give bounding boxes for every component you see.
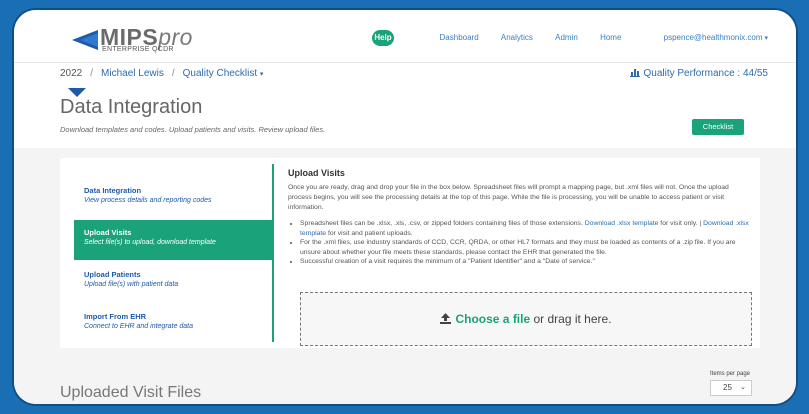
sidebar-item-title: Upload Visits (84, 228, 132, 237)
sidebar-item-data-integration[interactable]: Data Integration View process details an… (74, 178, 274, 218)
top-navbar: MIPSpro ENTERPRISE QCDR Help Dashboard A… (14, 10, 796, 63)
chevron-down-icon: ▾ (259, 71, 264, 78)
list-item: For the .xml files, use industry standar… (300, 238, 754, 257)
sidebar-item-desc: Upload file(s) with patient data (84, 281, 179, 288)
section-intro: Once you are ready, drag and drop your f… (288, 184, 729, 211)
sidebar-item-desc: Select file(s) to upload, download templ… (84, 239, 216, 246)
sidebar-divider (272, 164, 274, 342)
dropzone-hint: or drag it here. (530, 312, 612, 326)
checklist-button[interactable]: Checklist (692, 119, 744, 135)
chevron-down-icon: ▾ (764, 35, 768, 42)
chevron-down-icon: ⌄ (740, 384, 746, 391)
integration-panel: Data Integration View process details an… (60, 158, 760, 348)
download-visit-template-link[interactable]: Download .xlsx template (585, 220, 659, 227)
quality-performance-label: Quality Performance : 44/55 (643, 68, 768, 79)
upload-visits-section: Upload Visits Once you are ready, drag a… (288, 168, 754, 267)
list-item: Spreadsheet files can be .xlsx, .xls, .c… (300, 219, 754, 238)
sidebar-item-desc: View process details and reporting codes (84, 197, 212, 204)
sidebar-item-upload-visits[interactable]: Upload Visits Select file(s) to upload, … (74, 220, 274, 260)
sidebar-item-title: Import From EHR (84, 312, 147, 321)
breadcrumb-section-label: Quality Checklist (182, 68, 258, 79)
brand-logo[interactable]: MIPSpro ENTERPRISE QCDR (72, 24, 192, 56)
section-heading: Upload Visits (288, 168, 345, 178)
nav-home-link[interactable]: Home (600, 33, 621, 42)
quality-performance-link[interactable]: Quality Performance : 44/55 (630, 68, 768, 79)
bar-chart-icon (630, 68, 641, 77)
instruction-list: Spreadsheet files can be .xlsx, .xls, .c… (288, 219, 754, 267)
sidebar-item-title: Data Integration (84, 186, 142, 195)
items-per-page-select[interactable]: 25 ⌄ (710, 380, 752, 396)
user-menu[interactable]: pspence@healthmonix.com ▾ (644, 33, 768, 42)
nav-analytics-link[interactable]: Analytics (501, 33, 533, 42)
sidebar-item-upload-patients[interactable]: Upload Patients Upload file(s) with pati… (74, 262, 274, 302)
file-dropzone[interactable]: Choose a file or drag it here. (300, 292, 752, 346)
dropzone-text: Choose a file or drag it here. (301, 312, 751, 326)
logo-subtitle: ENTERPRISE QCDR (102, 46, 174, 53)
breadcrumb: 2022/Michael Lewis / Quality Checklist ▾ (60, 68, 264, 79)
upload-icon (440, 313, 452, 324)
help-button[interactable]: Help (372, 30, 394, 46)
items-per-page-value: 25 (723, 383, 732, 392)
sidebar-item-desc: Connect to EHR and integrate data (84, 323, 193, 330)
items-per-page-label: Items per page (710, 371, 751, 377)
sidebar-item-title: Upload Patients (84, 270, 141, 279)
nav-links: Dashboard Analytics Admin Home pspence@h… (420, 33, 768, 42)
breadcrumb-year: 2022 (60, 68, 83, 79)
logo-mark-icon (72, 30, 98, 50)
nav-admin-link[interactable]: Admin (555, 33, 578, 42)
page-title: Data Integration (60, 96, 203, 118)
breadcrumb-person[interactable]: Michael Lewis (101, 68, 164, 79)
breadcrumb-section-dropdown[interactable]: Quality Checklist ▾ (183, 68, 264, 79)
choose-file-button[interactable]: Choose a file (455, 312, 530, 326)
list-item: Successful creation of a visit requires … (300, 257, 754, 267)
sidebar-item-import-from-ehr[interactable]: Import From EHR Connect to EHR and integ… (74, 304, 274, 344)
nav-dashboard-link[interactable]: Dashboard (440, 33, 479, 42)
user-email: pspence@healthmonix.com (663, 33, 763, 42)
page-subtitle: Download templates and codes. Upload pat… (60, 125, 326, 134)
uploaded-files-title: Uploaded Visit Files (60, 384, 202, 401)
app-window: MIPSpro ENTERPRISE QCDR Help Dashboard A… (14, 10, 796, 404)
